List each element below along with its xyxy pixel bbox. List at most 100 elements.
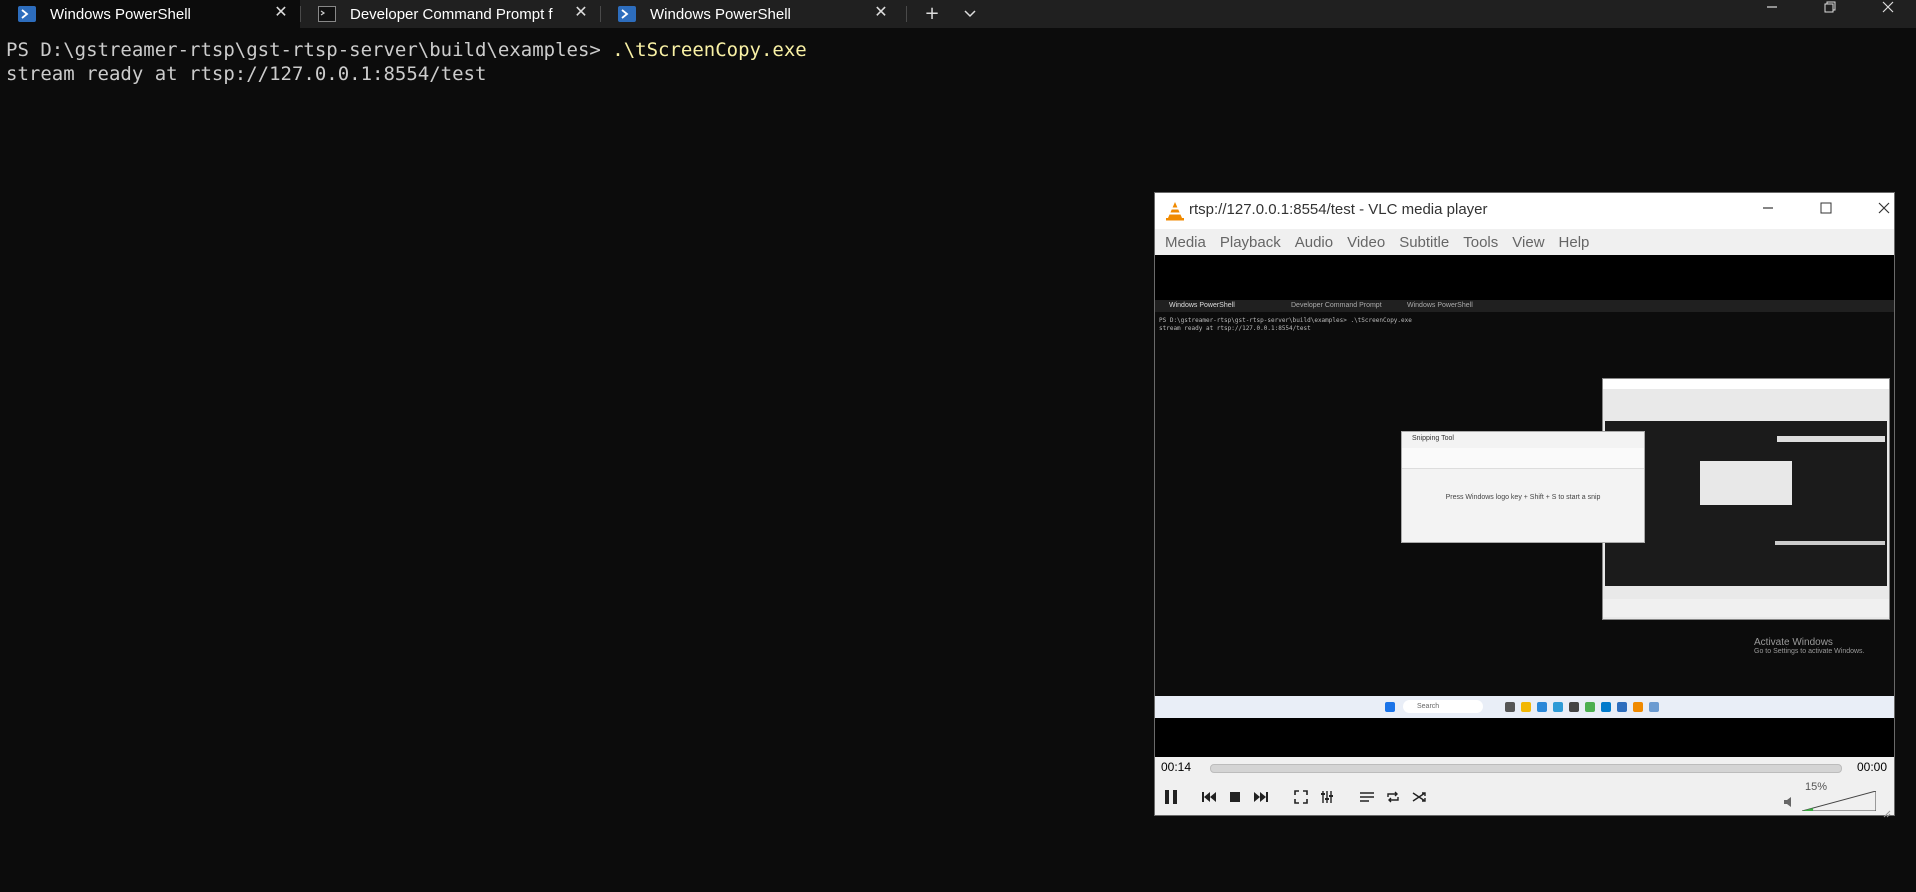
captured-vlc-titlebar — [1603, 379, 1889, 389]
close-icon[interactable]: ✕ — [872, 4, 890, 22]
powershell-icon — [618, 6, 636, 22]
next-button[interactable] — [1249, 785, 1273, 809]
total-time: 00:00 — [1857, 760, 1888, 774]
terminal-output[interactable]: PS D:\gstreamer-rtsp\gst-rtsp-server\bui… — [6, 38, 807, 86]
taskbar-app-icon — [1505, 702, 1515, 712]
restore-button[interactable] — [1810, 0, 1850, 20]
captured-line: PS D:\gstreamer-rtsp\gst-rtsp-server\bui… — [1159, 317, 1412, 324]
snip-title: Snipping Tool — [1412, 435, 1454, 442]
tab-windows-powershell-2[interactable]: Windows PowerShell ✕ — [600, 0, 900, 28]
volume-slider[interactable] — [1801, 790, 1877, 812]
captured-tab-bar: Windows PowerShell Developer Command Pro… — [1155, 300, 1894, 312]
taskbar-app-icon — [1585, 702, 1595, 712]
folder-icon — [1521, 702, 1531, 712]
vlc-close-button[interactable] — [1864, 197, 1904, 221]
shuffle-button[interactable] — [1407, 785, 1431, 809]
vlc-cone-icon — [1165, 201, 1185, 221]
next-icon — [1254, 792, 1268, 802]
terminal-line-2: stream ready at rtsp://127.0.0.1:8554/te… — [6, 63, 487, 85]
pause-button[interactable] — [1159, 785, 1183, 809]
extended-settings-button[interactable] — [1315, 785, 1339, 809]
restore-icon — [1824, 1, 1836, 13]
vlc-controls: 15% — [1155, 779, 1894, 818]
captured-bar — [1777, 436, 1885, 442]
previous-button[interactable] — [1197, 785, 1221, 809]
start-icon — [1385, 702, 1395, 712]
vlc-window-title: rtsp://127.0.0.1:8554/test - VLC media p… — [1189, 201, 1488, 218]
previous-icon — [1202, 792, 1216, 802]
close-icon — [1882, 1, 1894, 13]
prompt-text: PS D:\gstreamer-rtsp\gst-rtsp-server\bui… — [6, 39, 613, 61]
vlc-video-area[interactable]: Windows PowerShell Developer Command Pro… — [1155, 255, 1894, 757]
captured-taskbar: Search — [1155, 696, 1894, 718]
seek-slider[interactable] — [1210, 764, 1842, 773]
new-tab-button[interactable]: + — [915, 0, 949, 28]
playlist-icon — [1360, 792, 1374, 802]
captured-vlc-window — [1602, 378, 1890, 620]
vscode-icon — [1601, 702, 1611, 712]
captured-vlc-video — [1605, 421, 1887, 586]
captured-bar — [1775, 541, 1885, 545]
menu-subtitle[interactable]: Subtitle — [1399, 234, 1449, 251]
activate-sub: Go to Settings to activate Windows. — [1754, 648, 1865, 655]
terminal-tab-bar: Windows PowerShell ✕ Developer Command P… — [0, 0, 1916, 28]
vlc-title-bar[interactable]: rtsp://127.0.0.1:8554/test - VLC media p… — [1155, 193, 1894, 229]
taskbar-app-icon — [1553, 702, 1563, 712]
stop-button[interactable] — [1223, 785, 1247, 809]
minimize-button[interactable] — [1752, 0, 1792, 20]
vlc-seek-row: 00:14 00:00 — [1155, 757, 1894, 779]
taskbar-app-icon — [1617, 702, 1627, 712]
vlc-minimize-button[interactable] — [1748, 197, 1788, 221]
terminal-line-1: PS D:\gstreamer-rtsp\gst-rtsp-server\bui… — [6, 38, 807, 62]
menu-video[interactable]: Video — [1347, 234, 1385, 251]
volume-triangle — [1801, 790, 1877, 812]
captured-tab: Windows PowerShell — [1169, 302, 1235, 309]
captured-terminal-text: PS D:\gstreamer-rtsp\gst-rtsp-server\bui… — [1159, 317, 1412, 333]
elapsed-time: 00:14 — [1161, 760, 1192, 774]
loop-button[interactable] — [1381, 785, 1405, 809]
taskbar-app-icon — [1537, 702, 1547, 712]
fullscreen-button[interactable] — [1289, 785, 1313, 809]
taskbar-app-icon — [1569, 702, 1579, 712]
minimize-icon — [1767, 6, 1777, 8]
vlc-window: rtsp://127.0.0.1:8554/test - VLC media p… — [1154, 192, 1895, 818]
tab-dropdown-button[interactable] — [953, 0, 987, 28]
stop-icon — [1230, 792, 1240, 802]
powershell-icon — [18, 6, 36, 22]
tab-developer-command-prompt[interactable]: Developer Command Prompt f ✕ — [300, 0, 600, 28]
captured-screen: Windows PowerShell Developer Command Pro… — [1155, 300, 1894, 718]
activate-windows-watermark: Activate Windows Go to Settings to activ… — [1754, 637, 1865, 655]
captured-snipping-tool: Snipping Tool Press Windows logo key + S… — [1401, 431, 1645, 543]
cmd-icon — [318, 6, 336, 22]
captured-nested-window — [1700, 461, 1792, 505]
pause-icon — [1165, 790, 1177, 804]
shuffle-icon — [1412, 792, 1426, 802]
captured-search-box: Search — [1403, 700, 1483, 713]
resize-grip-icon[interactable] — [1881, 803, 1891, 822]
menu-playback[interactable]: Playback — [1220, 234, 1281, 251]
captured-vlc-controls — [1603, 599, 1889, 617]
tab-windows-powershell-1[interactable]: Windows PowerShell ✕ — [0, 0, 300, 28]
tab-divider — [906, 6, 907, 22]
tab-label: Windows PowerShell — [650, 5, 791, 23]
menu-help[interactable]: Help — [1559, 234, 1590, 251]
captured-tab: Windows PowerShell — [1407, 302, 1473, 309]
vlc-maximize-button[interactable] — [1806, 197, 1846, 221]
speaker-icon[interactable] — [1783, 793, 1795, 812]
command-text: .\tScreenCopy.exe — [612, 39, 807, 61]
close-icon[interactable]: ✕ — [572, 4, 590, 22]
snip-hint: Press Windows logo key + Shift + S to st… — [1445, 494, 1601, 501]
menu-media[interactable]: Media — [1165, 234, 1206, 251]
captured-tab: Developer Command Prompt — [1291, 302, 1382, 309]
menu-audio[interactable]: Audio — [1295, 234, 1333, 251]
menu-view[interactable]: View — [1512, 234, 1544, 251]
close-icon[interactable]: ✕ — [272, 4, 290, 22]
chevron-down-icon — [964, 10, 976, 18]
close-icon — [1878, 202, 1890, 214]
activate-title: Activate Windows — [1754, 637, 1833, 648]
menu-tools[interactable]: Tools — [1463, 234, 1498, 251]
captured-line: stream ready at rtsp://127.0.0.1:8554/te… — [1159, 325, 1311, 332]
playlist-button[interactable] — [1355, 785, 1379, 809]
equalizer-icon — [1321, 791, 1333, 803]
close-window-button[interactable] — [1868, 0, 1908, 20]
